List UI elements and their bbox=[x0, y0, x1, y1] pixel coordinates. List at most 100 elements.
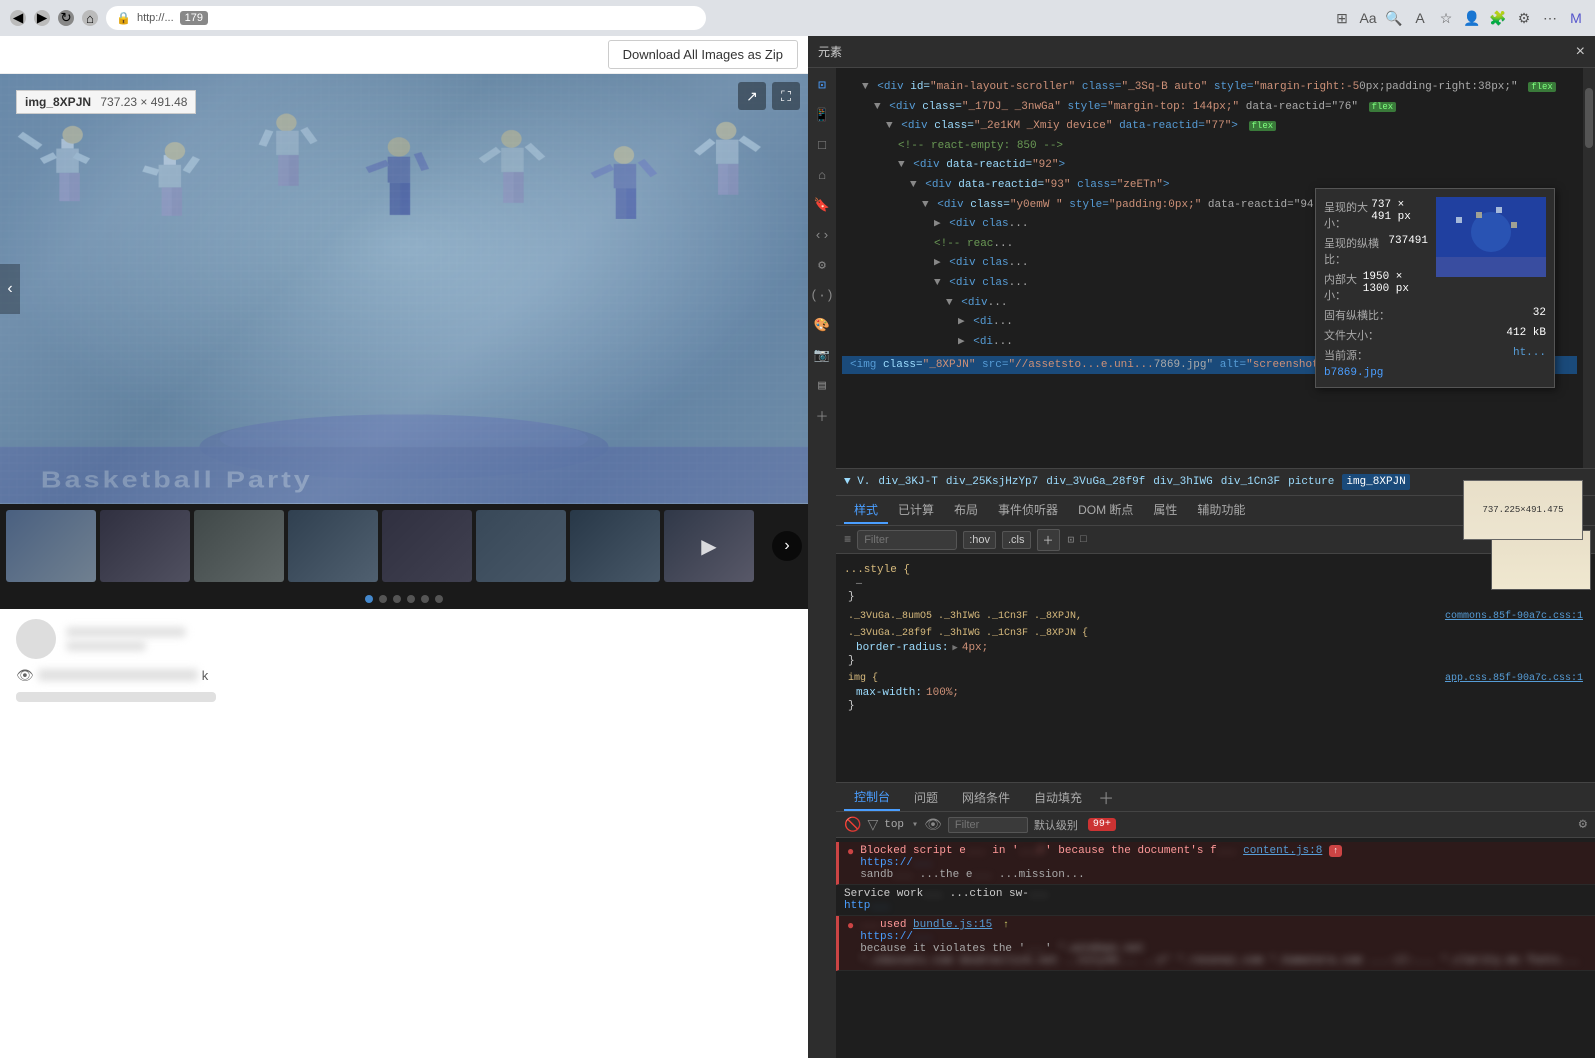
dot-1[interactable] bbox=[365, 595, 373, 603]
copilot-icon[interactable]: M bbox=[1567, 9, 1585, 27]
error-source-2[interactable]: bundle.js:15 bbox=[913, 919, 992, 931]
css-source-2[interactable]: app.css.85f-90a7c.css:1 bbox=[1445, 673, 1583, 684]
expand-icon-1[interactable] bbox=[862, 81, 869, 93]
console-tab-console[interactable]: 控制台 bbox=[844, 784, 900, 811]
expand-icon-12[interactable] bbox=[946, 297, 953, 309]
dot-2[interactable] bbox=[379, 595, 387, 603]
tab-properties[interactable]: 属性 bbox=[1143, 497, 1187, 524]
expand-icon-8[interactable] bbox=[934, 218, 941, 230]
search-icon[interactable]: 🔍 bbox=[1385, 9, 1403, 27]
back-button[interactable]: ◀ bbox=[10, 10, 26, 26]
sidebar-bookmark-icon[interactable]: 🔖 bbox=[811, 194, 833, 216]
breadcrumb-v[interactable]: ▼ V. bbox=[844, 476, 870, 488]
sidebar-home-icon[interactable]: ⌂ bbox=[811, 164, 833, 186]
thumbnail-1[interactable] bbox=[6, 510, 96, 582]
extension-icon[interactable]: 🧩 bbox=[1489, 9, 1507, 27]
dom-line-1[interactable]: <div id="main-layout-scroller" class="_3… bbox=[850, 78, 1569, 98]
expand-icon-13[interactable] bbox=[958, 316, 965, 328]
dot-3[interactable] bbox=[393, 595, 401, 603]
console-eye-button[interactable]: 👁 bbox=[924, 816, 942, 833]
expand-icon-3[interactable] bbox=[886, 120, 893, 132]
refresh-button[interactable]: ↻ bbox=[58, 10, 74, 26]
dot-4[interactable] bbox=[407, 595, 415, 603]
fullscreen-button[interactable]: ⛶ bbox=[772, 82, 800, 110]
expand-icon-2[interactable] bbox=[874, 101, 881, 113]
border-radius-expand[interactable]: ▶ bbox=[952, 643, 957, 653]
translate-icon[interactable]: Aa bbox=[1359, 9, 1377, 27]
dom-line-4[interactable]: <!-- react-empty: 850 --> bbox=[850, 137, 1569, 157]
breadcrumb-img[interactable]: img_8XPJN bbox=[1342, 474, 1409, 490]
thumbnail-4[interactable] bbox=[288, 510, 378, 582]
expand-icon-5[interactable] bbox=[898, 159, 905, 171]
error-source-1[interactable]: content.js:8 bbox=[1243, 845, 1322, 857]
breadcrumb-div-25k[interactable]: div_25KsjHzYp7 bbox=[946, 476, 1038, 488]
thumbnail-3[interactable] bbox=[194, 510, 284, 582]
add-style-button[interactable]: ＋ bbox=[1037, 529, 1060, 551]
tab-styles[interactable]: 样式 bbox=[844, 497, 888, 524]
forward-button[interactable]: ▶ bbox=[34, 10, 50, 26]
download-button[interactable]: Download All Images as Zip bbox=[608, 40, 798, 69]
sidebar-mobile-icon[interactable]: 📱 bbox=[811, 104, 833, 126]
sidebar-add-icon[interactable]: ＋ bbox=[811, 404, 833, 426]
dot-6[interactable] bbox=[435, 595, 443, 603]
sidebar-wifi-icon[interactable]: ((·)) bbox=[811, 284, 833, 306]
console-clear-button[interactable]: 🚫 bbox=[844, 816, 861, 833]
error-url-2[interactable]: https://... bbox=[860, 931, 933, 943]
expand-icon-10[interactable] bbox=[934, 257, 941, 269]
url-bar[interactable]: 🔒 http://... 179 bbox=[106, 6, 706, 30]
dom-scrollbar[interactable] bbox=[1583, 68, 1595, 468]
thumbnail-8[interactable]: ▶ bbox=[664, 510, 754, 582]
sidebar-code-icon[interactable]: ‹› bbox=[811, 224, 833, 246]
console-tab-autofill[interactable]: 自动填充 bbox=[1024, 785, 1092, 810]
next-image-button[interactable]: › bbox=[772, 531, 802, 561]
console-add-tab[interactable]: ＋ bbox=[1098, 785, 1114, 809]
css-source-1[interactable]: commons.85f-90a7c.css:1 bbox=[1445, 609, 1583, 624]
tab-event-listeners[interactable]: 事件侦听器 bbox=[988, 497, 1068, 524]
layout-icon[interactable]: ⊡ bbox=[1068, 533, 1075, 547]
share-button[interactable]: ↗ bbox=[738, 82, 766, 110]
scrollbar-thumb[interactable] bbox=[1585, 88, 1593, 148]
sidebar-inspect-icon[interactable]: ⊡ bbox=[811, 74, 833, 96]
sidebar-layers-icon[interactable]: ▤ bbox=[811, 374, 833, 396]
sidebar-camera-icon[interactable]: 📷 bbox=[811, 344, 833, 366]
computed-icon[interactable]: □ bbox=[1080, 534, 1087, 546]
hov-button[interactable]: :hov bbox=[963, 531, 996, 549]
breadcrumb-div-3kj[interactable]: div_3KJ-T bbox=[878, 476, 937, 488]
expand-icon-6[interactable] bbox=[910, 179, 917, 191]
console-tab-issues[interactable]: 问题 bbox=[904, 785, 948, 810]
expand-icon-7[interactable] bbox=[922, 199, 929, 211]
console-tab-network[interactable]: 网络条件 bbox=[952, 785, 1020, 810]
dom-line-2[interactable]: <div class="_17DJ_ _3nwGa" style="margin… bbox=[850, 98, 1569, 118]
console-filter-input[interactable] bbox=[948, 817, 1028, 833]
breadcrumb-div-3vu[interactable]: div_3VuGa_28f9f bbox=[1046, 476, 1145, 488]
profile-icon[interactable]: 👤 bbox=[1463, 9, 1481, 27]
prev-image-button[interactable]: ‹ bbox=[0, 264, 20, 314]
tab-computed[interactable]: 已计算 bbox=[888, 497, 944, 524]
tab-accessibility[interactable]: 辅助功能 bbox=[1187, 497, 1255, 524]
thumbnail-7[interactable] bbox=[570, 510, 660, 582]
home-button[interactable]: ⌂ bbox=[82, 10, 98, 26]
sidebar-paint-icon[interactable]: 🎨 bbox=[811, 314, 833, 336]
tab-layout[interactable]: 布局 bbox=[944, 497, 988, 524]
breadcrumb-div-3hi[interactable]: div_3hIWG bbox=[1153, 476, 1212, 488]
thumbnail-6[interactable] bbox=[476, 510, 566, 582]
settings-icon[interactable]: ⚙ bbox=[1515, 9, 1533, 27]
thumbnail-2[interactable] bbox=[100, 510, 190, 582]
devtools-close-button[interactable]: × bbox=[1576, 43, 1585, 61]
styles-filter-input[interactable] bbox=[857, 530, 957, 550]
console-filter-button[interactable]: ▽ bbox=[867, 816, 878, 833]
chevron-down-icon[interactable]: ▾ bbox=[912, 819, 918, 831]
expand-icon-11[interactable] bbox=[934, 277, 941, 289]
tab-dom-breakpoints[interactable]: DOM 断点 bbox=[1068, 497, 1143, 524]
font-icon[interactable]: A bbox=[1411, 9, 1429, 27]
error-url-1[interactable]: https://... bbox=[860, 857, 933, 869]
sidebar-gear-icon[interactable]: ⚙ bbox=[811, 254, 833, 276]
dot-5[interactable] bbox=[421, 595, 429, 603]
breadcrumb-div-1cn[interactable]: div_1Cn3F bbox=[1221, 476, 1280, 488]
breadcrumb-picture[interactable]: picture bbox=[1288, 476, 1334, 488]
dom-line-3[interactable]: <div class="_2e1KM _Xmiy device" data-re… bbox=[850, 117, 1569, 137]
console-panel[interactable]: ● Blocked script e... in '...r' because … bbox=[836, 838, 1595, 1058]
cls-button[interactable]: .cls bbox=[1002, 531, 1031, 549]
thumbnail-5[interactable] bbox=[382, 510, 472, 582]
more-icon[interactable]: ⋯ bbox=[1541, 9, 1559, 27]
